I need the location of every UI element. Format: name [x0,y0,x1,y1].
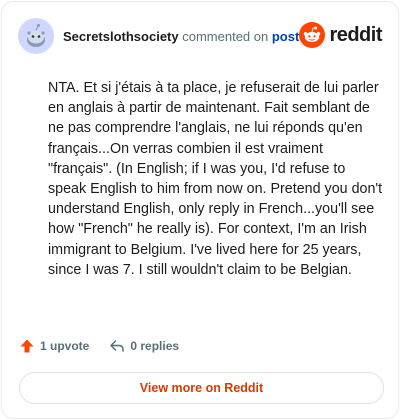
view-more-button[interactable]: View more on Reddit [19,372,384,404]
embedded-comment-card: Secretslothsociety commented on post red… [1,1,399,419]
comment-header: Secretslothsociety commented on post red… [18,16,382,56]
upvote-button[interactable]: 1 upvote [19,338,89,354]
reddit-wordmark: reddit [329,23,382,46]
action-text: commented on [182,28,269,44]
reddit-logo[interactable]: reddit [299,22,382,48]
upvote-arrow-icon [20,339,34,353]
comment-actions: 1 upvote 0 replies [19,338,179,354]
avatar[interactable] [18,18,54,54]
post-link[interactable]: post [272,29,299,44]
reddit-logo-icon [299,22,326,48]
comment-body: NTA. Et si j'étais à ta place, je refuse… [48,80,383,278]
reply-arrow-icon [110,340,125,352]
replies-button[interactable]: 0 replies [109,338,179,354]
snoo-avatar-icon [27,24,45,47]
comment-meta: Secretslothsociety commented on post [63,29,299,44]
upvote-count: 1 upvote [40,339,90,353]
reply-count: 0 replies [130,339,180,353]
username-link[interactable]: Secretslothsociety [63,29,179,44]
